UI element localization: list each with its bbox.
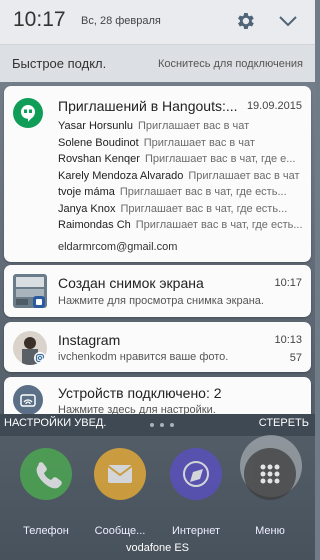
dock-label-menu: Меню (255, 525, 285, 537)
hangouts-icon (13, 98, 43, 128)
message-icon[interactable] (94, 448, 146, 500)
instagram-text: ivchenkodm нравится ваше фото. (58, 351, 229, 363)
hangouts-notification[interactable]: Приглашений в Hangouts:... 19.09.2015 Ya… (4, 86, 311, 262)
chevron-down-icon[interactable] (278, 12, 298, 30)
clear-button[interactable]: СТЕРЕТЬ (259, 417, 309, 429)
hangouts-time: 19.09.2015 (246, 100, 302, 112)
notification-actions-bar: НАСТРОЙКИ УВЕД. СТЕРЕТЬ (0, 414, 315, 436)
screenshot-time: 10:17 (274, 277, 302, 289)
screenshot-text: Нажмите для просмотра снимка экрана. (58, 295, 264, 307)
quick-connect-title: Быстрое подкл. (12, 56, 107, 71)
list-item[interactable]: Janya Knox Приглашает вас в чат, где есть… (58, 203, 303, 217)
dock-label-messages: Сообще... (94, 525, 146, 537)
screenshot-thumbnail (13, 274, 47, 308)
page-indicator-dot (150, 423, 154, 427)
dock-label-internet: Интернет (172, 525, 220, 537)
list-item[interactable]: Yasar Horsunlu Приглашает вас в чат (58, 120, 303, 134)
instagram-avatar (13, 331, 47, 365)
quick-connect-bar[interactable]: Быстрое подкл. Коснитесь для подключения (0, 44, 315, 82)
page-indicator-dot (170, 423, 174, 427)
list-item[interactable]: Rovshan Kenqer Приглашает вас в чат, где … (58, 153, 303, 167)
notification-header: 10:17 Вс, 28 февраля (0, 0, 315, 44)
date: Вс, 28 февраля (81, 15, 161, 27)
internet-icon[interactable] (170, 448, 222, 500)
gear-icon[interactable] (234, 10, 256, 32)
carrier-name: vodafone ES (126, 542, 189, 554)
quick-connect-action[interactable]: Коснитесь для подключения (158, 58, 303, 70)
hangouts-account: eldarmrcom@gmail.com (58, 241, 178, 253)
instagram-title: Instagram (58, 332, 121, 348)
screenshot-notification[interactable]: Создан снимок экрана 10:17 Нажмите для п… (4, 265, 311, 317)
instagram-time: 10:13 (274, 334, 302, 346)
list-item[interactable]: Solene Boudinot Приглашает вас в чат (58, 137, 303, 151)
instagram-notification[interactable]: Instagram 10:13 ivchenkodm нравится ваше… (4, 322, 311, 372)
notification-settings-button[interactable]: НАСТРОЙКИ УВЕД. (4, 417, 106, 429)
dock-label-phone: Телефон (23, 525, 69, 537)
list-item[interactable]: Raimondas Ch Приглашает вас в чат, где ес… (58, 219, 303, 233)
list-item[interactable]: Karely Mendoza Alvarado Приглашает вас в … (58, 170, 303, 184)
screenshot-title: Создан снимок экрана (58, 275, 204, 291)
instagram-count: 57 (289, 352, 302, 364)
list-item[interactable]: tvoje máma Приглашает вас в чат, где есть… (58, 186, 303, 200)
clock: 10:17 (13, 8, 66, 31)
page-indicator-dot (160, 423, 164, 427)
apps-icon[interactable] (244, 448, 296, 500)
wifi-icon (13, 385, 43, 415)
phone-icon[interactable] (20, 448, 72, 500)
hangouts-title: Приглашений в Hangouts:... (58, 98, 238, 114)
connected-devices-title: Устройств подключено: 2 (58, 385, 222, 401)
